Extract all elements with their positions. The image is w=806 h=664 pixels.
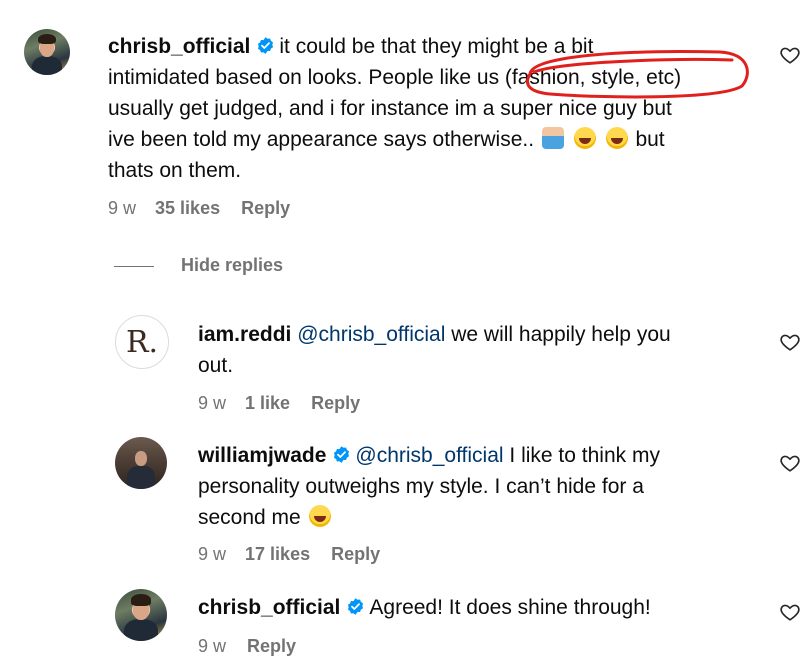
mention-link[interactable]: @chrisb_official xyxy=(355,444,503,467)
comment-line-5: thats on them. xyxy=(108,155,241,186)
heart-outline-icon[interactable] xyxy=(779,601,801,623)
reply-likes[interactable]: 17 likes xyxy=(245,544,310,564)
reply-text-1: I like to think my xyxy=(503,444,660,467)
avatar[interactable]: R. xyxy=(115,315,169,369)
heart-outline-icon[interactable] xyxy=(779,452,801,474)
reply-username[interactable]: chrisb_official xyxy=(198,596,340,619)
avatar[interactable] xyxy=(24,29,70,75)
face-with-tears-of-joy-icon xyxy=(308,505,331,527)
avatar[interactable] xyxy=(115,437,167,489)
reply-text-3: second me xyxy=(198,506,301,529)
reply-time: 9 w xyxy=(198,393,227,413)
comment-time: 9 w xyxy=(108,198,137,218)
annotation-circle xyxy=(526,50,749,99)
heart-outline-icon[interactable] xyxy=(779,44,801,66)
reply-meta: 9 w 1 like Reply xyxy=(198,393,360,414)
reply-line-2: out. xyxy=(198,350,233,381)
reply-button[interactable]: Reply xyxy=(311,393,360,413)
person-shrugging-icon xyxy=(541,127,564,149)
verified-badge-icon xyxy=(348,598,364,615)
comment-likes[interactable]: 35 likes xyxy=(155,198,220,218)
comment-text-4: ive been told my appearance says otherwi… xyxy=(108,128,535,151)
reply-text-2: personality outweighs my style. I can’t … xyxy=(198,475,644,498)
reply-time: 9 w xyxy=(198,636,227,656)
verified-badge-icon xyxy=(258,37,274,54)
reply-text-1: Agreed! It does shine through! xyxy=(369,596,651,619)
reply-line-2: personality outweighs my style. I can’t … xyxy=(198,471,644,502)
reply-button[interactable]: Reply xyxy=(241,198,290,218)
reply-line-3: second me xyxy=(198,502,333,533)
reply-username[interactable]: williamjwade xyxy=(198,444,326,467)
reply-line-1: chrisb_official Agreed! It does shine thr… xyxy=(198,592,651,623)
comment-username[interactable]: chrisb_official xyxy=(108,35,250,58)
comment-text-2: intimidated based on looks. People like … xyxy=(108,66,505,89)
reply-text-2: out. xyxy=(198,354,234,377)
face-with-tears-of-joy-icon xyxy=(573,127,596,149)
mention-link[interactable]: @chrisb_official xyxy=(297,323,445,346)
avatar[interactable] xyxy=(115,589,167,641)
reply-text-1: we will happily help you xyxy=(445,323,671,346)
hide-replies-button[interactable]: Hide replies xyxy=(181,255,283,276)
heart-outline-icon[interactable] xyxy=(779,331,801,353)
reply-meta: 9 w 17 likes Reply xyxy=(198,544,380,565)
reply-line-1: iam.reddi @chrisb_official we will happi… xyxy=(198,319,671,350)
reply-button[interactable]: Reply xyxy=(247,636,296,656)
reply-meta: 9 w Reply xyxy=(198,636,296,657)
comment-meta: 9 w 35 likes Reply xyxy=(108,198,290,219)
reply-line-1: williamjwade @chrisb_official I like to t… xyxy=(198,440,660,471)
reply-likes[interactable]: 1 like xyxy=(245,393,290,413)
reply-time: 9 w xyxy=(198,544,227,564)
divider-line xyxy=(114,266,154,267)
face-with-tears-of-joy-icon xyxy=(605,127,628,149)
reply-username[interactable]: iam.reddi xyxy=(198,323,291,346)
verified-badge-icon xyxy=(334,446,350,463)
comment-line-4: ive been told my appearance says otherwi… xyxy=(108,124,665,155)
reply-button[interactable]: Reply xyxy=(331,544,380,564)
comment-text-6: thats on them. xyxy=(108,159,242,182)
comment-text-5: but xyxy=(635,128,665,151)
